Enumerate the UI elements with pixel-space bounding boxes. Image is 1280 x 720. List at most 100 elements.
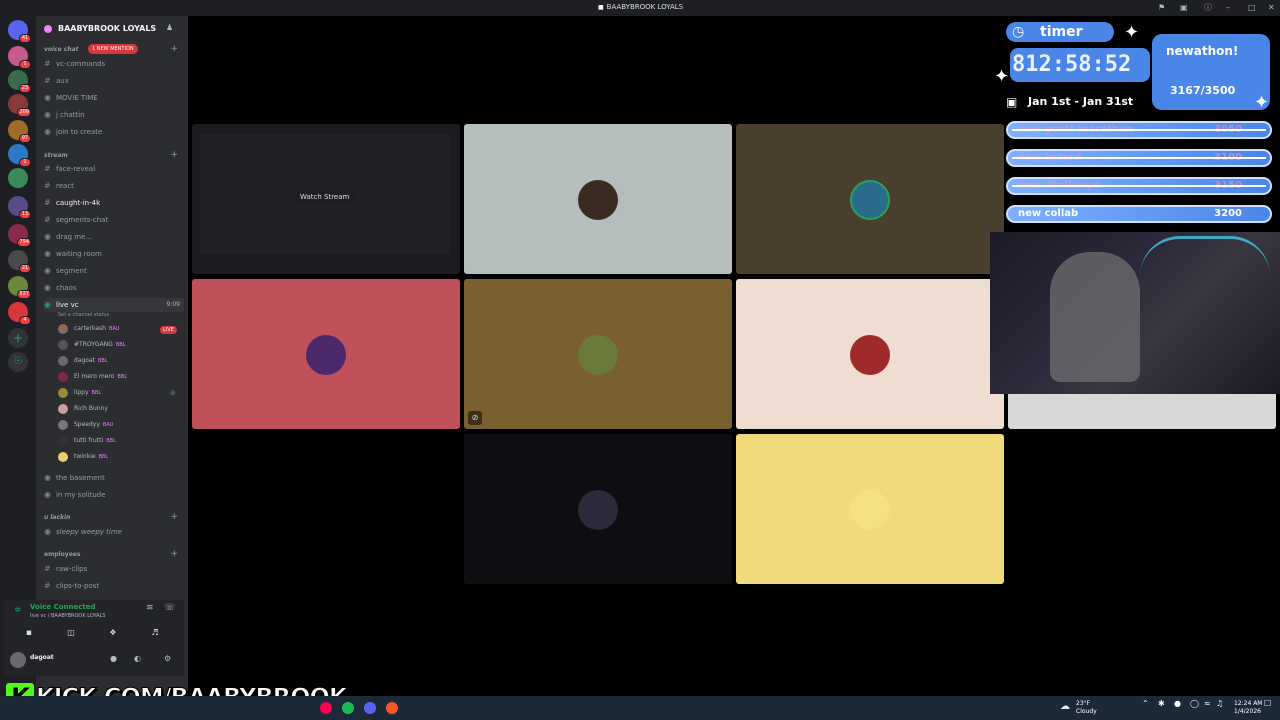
channel-segment[interactable]: ◉ segment bbox=[44, 264, 184, 278]
channel-the-basement[interactable]: ◉ the basement bbox=[44, 471, 184, 485]
server-icon[interactable]: 23 bbox=[8, 70, 31, 93]
channel-face-reveal[interactable]: # face-reveal bbox=[44, 162, 184, 176]
channel-caught-in-4k[interactable]: # caught-in-4k bbox=[44, 196, 184, 210]
server-icon[interactable]: 794 bbox=[8, 224, 31, 247]
notification-icon[interactable]: ☐ bbox=[1264, 700, 1271, 708]
participant-tile[interactable] bbox=[736, 124, 1004, 274]
sparkle-icon: ✦ bbox=[1254, 92, 1270, 113]
add-channel-icon[interactable]: + bbox=[170, 512, 178, 522]
wifi-icon[interactable]: ≈ bbox=[1204, 700, 1211, 708]
noise-suppression-icon[interactable]: ≋ bbox=[146, 603, 154, 613]
bluetooth-icon[interactable]: ✱ bbox=[1158, 700, 1165, 708]
clock-time[interactable]: 12:24 AM bbox=[1234, 700, 1262, 708]
voice-user[interactable]: tutti frutti BBL bbox=[58, 434, 116, 448]
add-channel-icon[interactable]: + bbox=[170, 44, 178, 54]
brave-icon[interactable] bbox=[386, 702, 398, 714]
voice-user[interactable]: Rich Bunny bbox=[58, 402, 108, 416]
channel-react[interactable]: # react bbox=[44, 179, 184, 193]
activities-icon[interactable]: ❖ bbox=[94, 626, 132, 640]
voice-user[interactable]: #TROYGANG BBL bbox=[58, 338, 125, 352]
voice-user[interactable]: dagoat BBL bbox=[58, 354, 108, 368]
add-channel-icon[interactable]: + bbox=[170, 150, 178, 160]
settings-icon[interactable]: ⚙ bbox=[164, 654, 171, 663]
channel-aux[interactable]: # aux bbox=[44, 74, 184, 88]
channel-segments-chat[interactable]: # segments-chat bbox=[44, 213, 184, 227]
disconnect-icon[interactable]: ☏ bbox=[164, 603, 175, 613]
username[interactable]: dagoat bbox=[30, 654, 54, 661]
text-channel-icon: # bbox=[44, 215, 51, 224]
channel-drag-me[interactable]: ◉ drag me... bbox=[44, 230, 184, 244]
channel-movie-time[interactable]: ◉ MOVIE TIME bbox=[44, 91, 184, 105]
server-icon[interactable]: 13 bbox=[8, 196, 31, 219]
mic-icon[interactable]: ● bbox=[110, 654, 117, 663]
maximize-icon[interactable]: □ bbox=[1248, 3, 1256, 13]
voice-user[interactable]: carterkash BAU bbox=[58, 322, 119, 336]
new-mention-pill[interactable]: 1 NEW MENTION bbox=[88, 44, 138, 54]
weather-temp[interactable]: 23°F bbox=[1076, 700, 1090, 708]
discord-icon[interactable] bbox=[364, 702, 376, 714]
add-member-icon[interactable]: ♟ bbox=[166, 23, 173, 32]
weather-desc[interactable]: Cloudy bbox=[1076, 708, 1097, 716]
mic-tray-icon[interactable]: ● bbox=[1174, 700, 1181, 708]
category-voice-chat[interactable]: voice chat bbox=[44, 46, 79, 53]
monitor-icon[interactable]: ▣ bbox=[1180, 3, 1188, 13]
add-server-icon[interactable]: + bbox=[8, 328, 28, 348]
channel-status[interactable]: Set a channel status bbox=[58, 312, 109, 318]
clock-date[interactable]: 1/4/2026 bbox=[1234, 708, 1261, 716]
participant-tile[interactable] bbox=[464, 124, 732, 274]
category-u-lackin[interactable]: u lackin bbox=[44, 514, 70, 521]
tray-chevron-icon[interactable]: ⌃ bbox=[1142, 700, 1149, 708]
channel-vc-commands[interactable]: # vc-commands bbox=[44, 57, 184, 71]
participant-tile[interactable] bbox=[736, 434, 1004, 584]
server-icon[interactable]: 97 bbox=[8, 120, 31, 143]
server-icon[interactable] bbox=[8, 168, 28, 188]
volume-icon[interactable]: ♫ bbox=[1216, 700, 1223, 708]
channel-live-vc[interactable]: ◉ live vc 9:09 bbox=[44, 298, 184, 312]
minimize-icon[interactable]: – bbox=[1226, 3, 1230, 13]
category-employees[interactable]: employees bbox=[44, 551, 80, 558]
screenshare-icon[interactable]: ◫ bbox=[52, 626, 90, 640]
server-icon[interactable]: 4 bbox=[8, 302, 31, 325]
server-icon[interactable]: 209 bbox=[8, 94, 31, 117]
help-icon[interactable]: ⓘ bbox=[1204, 3, 1212, 13]
server-icon[interactable]: 21 bbox=[8, 250, 31, 273]
close-icon[interactable]: ✕ bbox=[1268, 3, 1275, 13]
avatar bbox=[578, 335, 618, 375]
avatar[interactable] bbox=[10, 652, 26, 668]
channel-waiting-room[interactable]: ◉ waiting room bbox=[44, 247, 184, 261]
soundboard-icon[interactable]: ♬ bbox=[136, 626, 174, 640]
category-stream[interactable]: stream bbox=[44, 152, 68, 159]
voice-user[interactable]: El mero mero BBL bbox=[58, 370, 127, 384]
channel-in-my-solitude[interactable]: ◉ in my solitude bbox=[44, 488, 184, 502]
voice-user[interactable]: Speedyy BAU bbox=[58, 418, 113, 432]
add-channel-icon[interactable]: + bbox=[170, 549, 178, 559]
server-icon[interactable]: 1 bbox=[8, 46, 31, 69]
guild-name[interactable]: BAABYBROOK LOYALS bbox=[58, 24, 156, 33]
spotify-icon[interactable] bbox=[342, 702, 354, 714]
participant-tile[interactable]: ⊘ bbox=[464, 279, 732, 429]
voice-location[interactable]: live vc / BAABYBROOK LOYALS bbox=[30, 613, 106, 619]
server-icon[interactable]: 1 bbox=[8, 144, 31, 167]
participant-tile[interactable] bbox=[464, 434, 732, 584]
voice-user[interactable]: twinkie BBL bbox=[58, 450, 108, 464]
home-icon[interactable]: 41 bbox=[8, 20, 31, 43]
server-icon[interactable]: 537 bbox=[8, 276, 31, 299]
channel-join-to-create[interactable]: ◉ join to create bbox=[44, 125, 184, 139]
stream-tile[interactable]: Watch Stream bbox=[192, 124, 460, 274]
network-icon[interactable]: ◯ bbox=[1190, 700, 1199, 708]
watch-stream-button[interactable]: Watch Stream bbox=[294, 190, 356, 204]
channel-chaos[interactable]: ◉ chaos bbox=[44, 281, 184, 295]
channel-clips-to-post[interactable]: # clips-to-post bbox=[44, 579, 184, 593]
participant-tile[interactable] bbox=[736, 279, 1004, 429]
headphones-icon[interactable]: ◐ bbox=[134, 654, 141, 663]
tiktok-icon[interactable] bbox=[320, 702, 332, 714]
inbox-icon[interactable]: ⚑ bbox=[1158, 3, 1165, 13]
signal-icon[interactable]: ≑ bbox=[14, 605, 22, 615]
participant-tile[interactable] bbox=[192, 279, 460, 429]
channel-raw-clips[interactable]: # raw-clips bbox=[44, 562, 184, 576]
explore-icon[interactable]: ☉ bbox=[8, 352, 28, 372]
video-off-icon[interactable]: ◾ bbox=[10, 626, 48, 640]
channel-sleepy-weepy-time[interactable]: ◉ sleepy weepy time bbox=[44, 525, 184, 539]
channel-j-chattin[interactable]: ◉ j chattin bbox=[44, 108, 184, 122]
voice-user[interactable]: lippy BBL bbox=[58, 386, 101, 400]
